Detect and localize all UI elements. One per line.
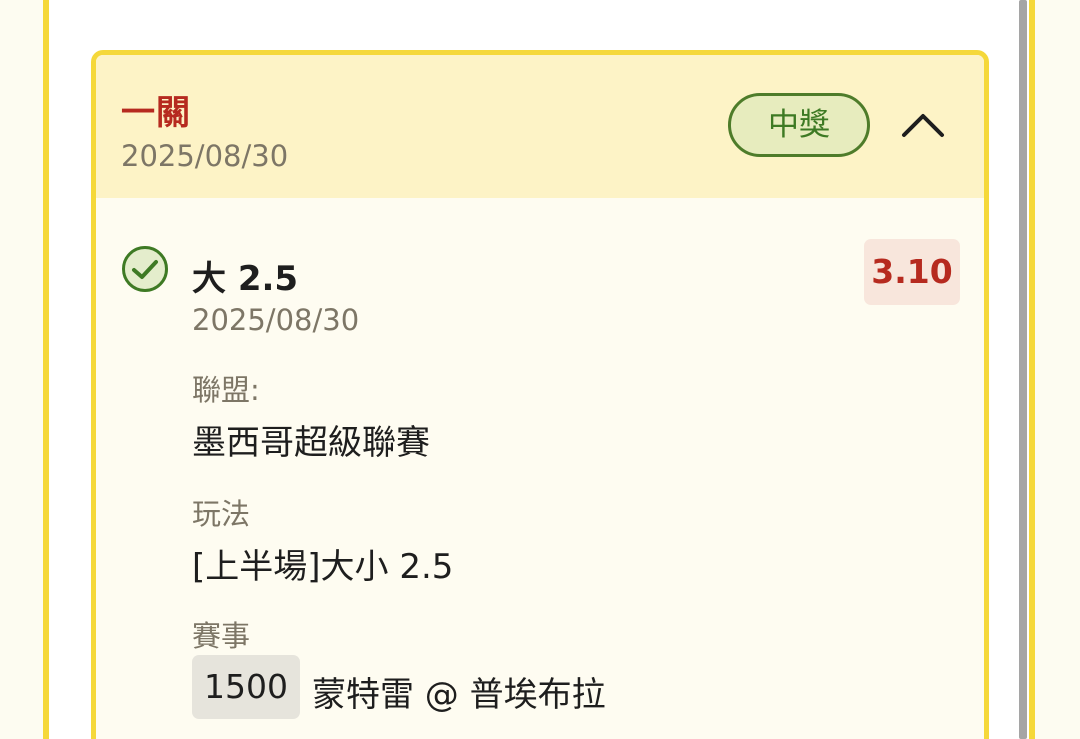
chevron-up-icon: [902, 114, 944, 137]
bet-card-header[interactable]: 一關 2025/08/30 中獎: [96, 55, 984, 198]
league-label: 聯盟:: [192, 373, 260, 407]
play-type-label: 玩法: [192, 497, 251, 531]
collapse-button[interactable]: [896, 103, 950, 143]
app-screen: 一關 2025/08/30 中獎 大 2.5 2025/08/30 3.10 聯…: [0, 0, 1080, 739]
bet-date: 2025/08/30: [121, 139, 289, 173]
scrollbar[interactable]: [1019, 0, 1027, 739]
league-value: 墨西哥超級聯賽: [192, 423, 430, 463]
status-badge: 中獎: [728, 93, 870, 157]
match-name: 蒙特雷 @ 普埃布拉: [312, 675, 606, 715]
match-code-badge: 1500: [192, 655, 300, 719]
bet-type-title: 一關: [121, 93, 191, 133]
bet-card: 一關 2025/08/30 中獎 大 2.5 2025/08/30 3.10 聯…: [91, 50, 989, 739]
play-type-value: [上半場]大小 2.5: [192, 547, 454, 587]
check-circle-icon: [121, 245, 169, 293]
match-label: 賽事: [192, 619, 251, 653]
selection-date: 2025/08/30: [192, 303, 360, 337]
odds-badge: 3.10: [864, 239, 960, 305]
selection-name: 大 2.5: [192, 259, 299, 299]
